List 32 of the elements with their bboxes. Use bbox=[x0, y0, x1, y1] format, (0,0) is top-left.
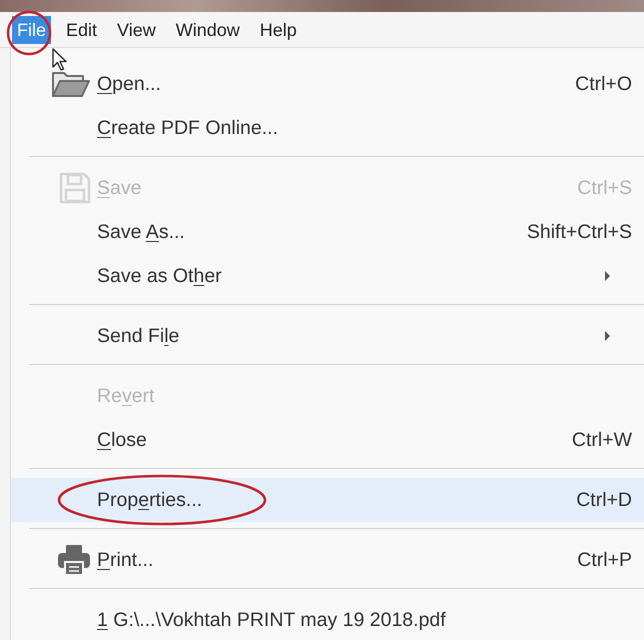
shortcut-label: Ctrl+O bbox=[575, 72, 632, 96]
menu-item[interactable]: Close Ctrl+W bbox=[11, 418, 644, 462]
shortcut-label: Ctrl+W bbox=[572, 428, 632, 452]
menu-item[interactable]: Open... Ctrl+O bbox=[11, 62, 644, 106]
menu-item-label: Open... bbox=[97, 72, 161, 96]
folder-icon bbox=[51, 69, 91, 99]
menu-item-label: Save as Other bbox=[97, 264, 222, 288]
menu-item-label: Save As... bbox=[97, 220, 185, 244]
menu-item[interactable]: 1 G:\...\Vokhtah PRINT may 19 2018.pdf bbox=[11, 598, 644, 640]
menu-item-label: Create PDF Online... bbox=[97, 116, 278, 140]
menu-bar-item[interactable]: Help bbox=[254, 16, 302, 44]
menu-bar-item[interactable]: File bbox=[12, 16, 52, 44]
menu-item-label: Close bbox=[97, 428, 147, 452]
menu-item-label: 1 G:\...\Vokhtah PRINT may 19 2018.pdf bbox=[97, 608, 446, 632]
shortcut-label: Ctrl+P bbox=[577, 548, 632, 572]
menu-item-label: Send File bbox=[97, 324, 180, 348]
menu-bar-item[interactable]: Edit bbox=[61, 16, 102, 44]
menu-item[interactable]: Print... Ctrl+P bbox=[11, 538, 644, 582]
menu-item[interactable]: Create PDF Online... bbox=[11, 106, 644, 150]
menu-item[interactable]: Save as Other bbox=[11, 254, 644, 298]
shortcut-label: Ctrl+S bbox=[577, 176, 632, 200]
printer-icon bbox=[57, 544, 91, 576]
menu-item-label: Print... bbox=[97, 548, 154, 572]
menu-bar-item[interactable]: View bbox=[112, 16, 161, 44]
shortcut-label: Ctrl+D bbox=[576, 488, 632, 512]
menu-item-label: Save bbox=[97, 176, 142, 200]
shortcut-label: Shift+Ctrl+S bbox=[526, 220, 632, 244]
menu-item-label: Revert bbox=[97, 384, 154, 408]
menu-item-label: Properties... bbox=[97, 488, 202, 512]
menu-item[interactable]: Save As... Shift+Ctrl+S bbox=[11, 210, 644, 254]
menu-bar-item[interactable]: Window bbox=[170, 16, 245, 44]
menu-item[interactable]: Send File bbox=[11, 314, 644, 358]
